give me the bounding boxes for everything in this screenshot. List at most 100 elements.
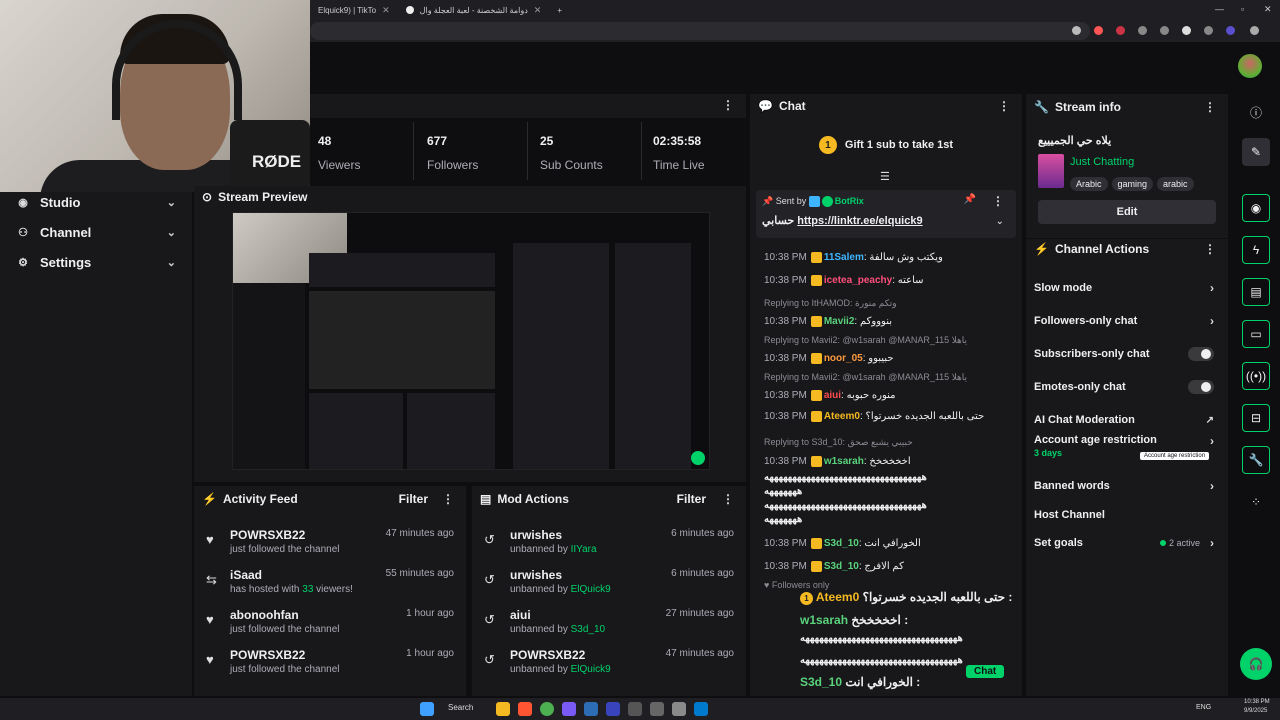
layout-icon[interactable]: ⊟ <box>1242 404 1270 432</box>
more-options-icon[interactable]: ⋮ <box>722 492 734 506</box>
extension-icon[interactable] <box>1160 26 1169 35</box>
category-thumbnail[interactable] <box>1038 154 1064 188</box>
message-user[interactable]: 11Salem <box>824 252 864 263</box>
more-options-icon[interactable]: ⋮ <box>1204 242 1216 256</box>
clock-time[interactable]: 10:38 PM <box>1244 699 1270 705</box>
mod-target[interactable]: aiui <box>510 608 531 622</box>
info-icon[interactable]: ⓘ <box>1242 98 1270 126</box>
extension-icon[interactable] <box>1116 26 1125 35</box>
tag[interactable]: arabic <box>1157 177 1194 191</box>
more-options-icon[interactable]: ⋮ <box>992 194 1004 208</box>
start-icon[interactable] <box>420 702 434 716</box>
minimize-icon[interactable]: — <box>1215 4 1224 14</box>
filter-button[interactable]: Filter <box>399 492 428 506</box>
close-window-icon[interactable]: ✕ <box>1264 4 1272 15</box>
extension-icon[interactable] <box>1182 26 1191 35</box>
mod-by[interactable]: S3d_10 <box>571 624 605 635</box>
app-icon[interactable] <box>672 702 686 716</box>
emotes-only-toggle[interactable] <box>1188 380 1214 394</box>
app-icon[interactable] <box>628 702 642 716</box>
mod-by[interactable]: ElQuick9 <box>571 664 611 675</box>
mod-by[interactable]: IIYara <box>571 544 597 555</box>
message-user[interactable]: S3d_10 <box>824 538 859 549</box>
more-options-icon[interactable]: ⋮ <box>1204 100 1216 114</box>
pinned-sender[interactable]: BotRix <box>835 196 864 206</box>
app-icon[interactable] <box>562 702 576 716</box>
pinned-link[interactable]: https://linktr.ee/elquick9 <box>797 215 922 227</box>
brave-icon[interactable] <box>518 702 532 716</box>
address-bar[interactable] <box>310 22 1090 40</box>
chat-button[interactable]: Chat <box>966 665 1005 678</box>
profile-icon[interactable] <box>1226 26 1235 35</box>
broadcast-icon[interactable]: ((•)) <box>1242 362 1270 390</box>
message-user[interactable]: S3d_10 <box>824 561 859 572</box>
ai-moderation-row[interactable]: AI Chat Moderation ↗ <box>1034 408 1220 432</box>
sidebar-item-channel[interactable]: ⚇ Channel ⌄ <box>0 217 192 247</box>
steam-icon[interactable] <box>584 702 598 716</box>
category-link[interactable]: Just Chatting <box>1070 156 1134 168</box>
followers-only-row[interactable]: Followers-only chat › <box>1034 309 1220 333</box>
more-options-icon[interactable]: ⋮ <box>998 99 1010 113</box>
search-box[interactable]: Search <box>448 703 473 712</box>
chat-bubble-icon[interactable]: ▭ <box>1242 320 1270 348</box>
clock-date[interactable]: 9/9/2025 <box>1244 708 1267 714</box>
message-user[interactable]: Mavii2 <box>824 316 855 327</box>
subscribers-only-toggle[interactable] <box>1188 347 1214 361</box>
language-indicator[interactable]: ENG <box>1196 704 1211 711</box>
message-user[interactable]: aiui <box>824 390 841 401</box>
browser-tab-1[interactable]: Elquick9) | TikTo ✕ <box>310 0 398 20</box>
more-icon[interactable]: ⁘ <box>1242 488 1270 516</box>
edit-icon[interactable]: ✎ <box>1242 138 1270 166</box>
close-icon[interactable]: ✕ <box>534 5 542 16</box>
feed-name[interactable]: POWRSXB22 <box>230 648 305 662</box>
puzzle-icon[interactable] <box>1204 26 1213 35</box>
edit-button[interactable]: Edit <box>1038 200 1216 224</box>
camera-icon[interactable]: ◉ <box>1242 194 1270 222</box>
zoom-icon[interactable] <box>1072 26 1081 35</box>
folder-icon[interactable] <box>496 702 510 716</box>
headset-icon[interactable]: 🎧 <box>1240 648 1272 680</box>
app-icon[interactable] <box>606 702 620 716</box>
menu-icon[interactable] <box>1250 26 1259 35</box>
avatar[interactable] <box>1238 54 1262 78</box>
vscode-icon[interactable] <box>694 702 708 716</box>
banned-words-row[interactable]: Banned words › <box>1034 474 1220 498</box>
message-user[interactable]: icetea_peachy <box>824 275 892 286</box>
wrench-icon[interactable]: 🔧 <box>1242 446 1270 474</box>
feed-name[interactable]: iSaad <box>230 568 262 582</box>
stream-preview-video[interactable] <box>232 212 710 470</box>
mod-target[interactable]: urwishes <box>510 568 562 582</box>
document-icon[interactable]: ▤ <box>1242 278 1270 306</box>
pin-icon[interactable]: 📌 <box>964 194 976 205</box>
mod-target[interactable]: urwishes <box>510 528 562 542</box>
set-goals-row[interactable]: Set goals 2 active › <box>1034 531 1220 555</box>
mod-by[interactable]: ElQuick9 <box>571 584 611 595</box>
app-icon[interactable] <box>650 702 664 716</box>
extension-icon[interactable] <box>1138 26 1147 35</box>
message-user[interactable]: Ateem0 <box>824 411 860 422</box>
feed-name[interactable]: abonoohfan <box>230 608 299 622</box>
extension-icon[interactable] <box>1094 26 1103 35</box>
sidebar-item-settings[interactable]: ⚙ Settings ⌄ <box>0 247 192 277</box>
filter-button[interactable]: Filter <box>677 492 706 506</box>
maximize-icon[interactable]: ▫ <box>1241 4 1244 14</box>
tag[interactable]: Arabic <box>1070 177 1108 191</box>
message-user[interactable]: w1sarah <box>824 456 864 467</box>
more-options-icon[interactable]: ⋮ <box>722 98 734 112</box>
message-user[interactable]: noor_05 <box>824 353 863 364</box>
tag[interactable]: gaming <box>1111 177 1154 191</box>
chevron-down-icon[interactable]: ⌄ <box>996 216 1004 227</box>
browser-tab-2[interactable]: دوامة الشخصنة - لعبة العجلة وال ✕ <box>398 0 550 20</box>
new-tab-button[interactable]: + <box>549 0 570 20</box>
close-icon[interactable]: ✕ <box>382 5 390 16</box>
lightning-icon[interactable]: ϟ <box>1242 236 1270 264</box>
gift-sub-banner[interactable]: 1 Gift 1 sub to take 1st <box>750 130 1022 160</box>
chrome-icon[interactable] <box>540 702 554 716</box>
collapse-icon[interactable]: ☰ <box>880 170 890 183</box>
sidebar-item-studio[interactable]: ◉ Studio ⌄ <box>0 187 192 217</box>
more-options-icon[interactable]: ⋮ <box>442 492 454 506</box>
slow-mode-row[interactable]: Slow mode › <box>1034 276 1220 300</box>
host-channel-row[interactable]: Host Channel <box>1034 503 1220 527</box>
mod-target[interactable]: POWRSXB22 <box>510 648 585 662</box>
feed-name[interactable]: POWRSXB22 <box>230 528 305 542</box>
